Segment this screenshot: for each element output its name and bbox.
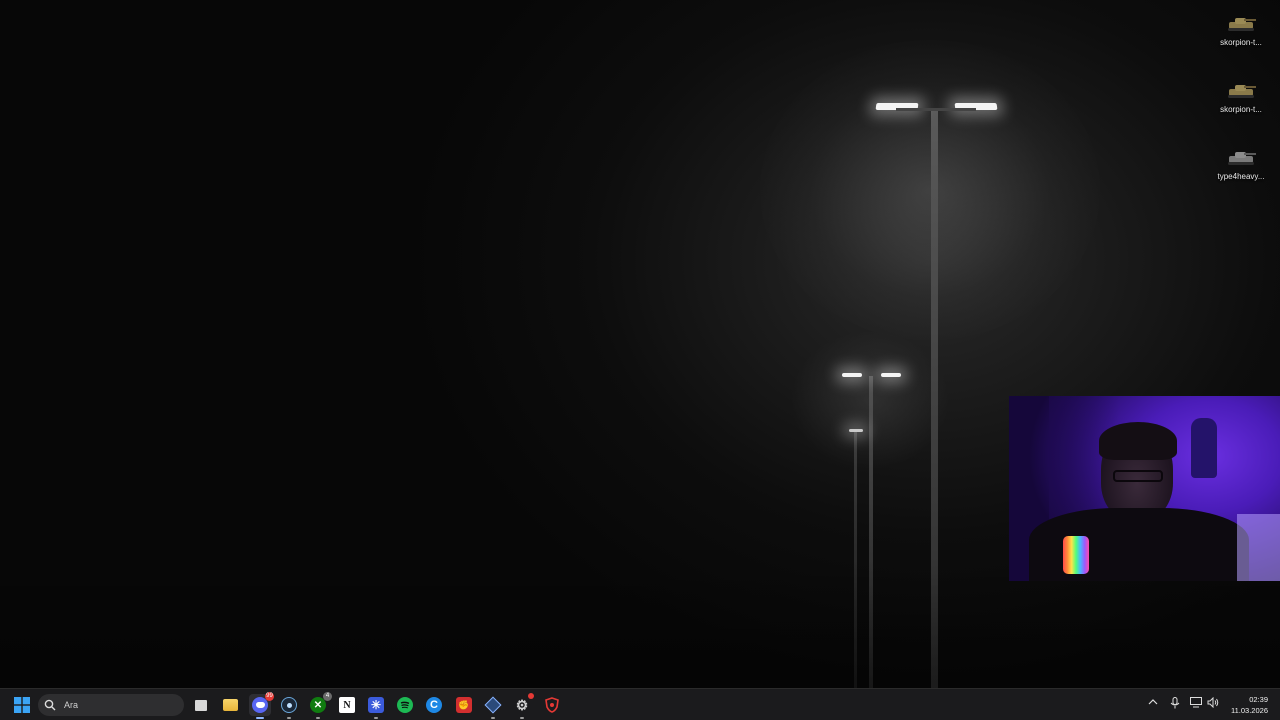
- spotify-icon: [397, 697, 413, 713]
- volume-icon: [1207, 696, 1219, 709]
- folder-icon: [222, 697, 238, 713]
- volume-button[interactable]: [1207, 696, 1219, 711]
- search-placeholder: Ara: [64, 700, 79, 710]
- network-button[interactable]: [1190, 697, 1202, 711]
- notification-badge: 99: [265, 692, 274, 701]
- street-lamp-light: [849, 429, 863, 432]
- desktop-icon[interactable]: type4heavy...: [1206, 148, 1276, 181]
- perplexity-button[interactable]: ✳: [365, 694, 387, 719]
- tank-icon: [1227, 14, 1256, 34]
- notion-icon: N: [339, 697, 355, 713]
- tank-icon: [1227, 148, 1256, 168]
- notion-button[interactable]: N: [336, 694, 358, 716]
- clock-time: 02:39: [1249, 695, 1268, 704]
- xbox-button[interactable]: ✕ 4: [307, 692, 332, 719]
- person-body: [1029, 508, 1249, 581]
- chevron-up-icon: [1148, 699, 1158, 705]
- person-hair: [1099, 422, 1177, 460]
- task-view-icon: [193, 697, 209, 713]
- file-explorer-button[interactable]: [219, 694, 241, 716]
- rgb-lamp: [1063, 536, 1089, 574]
- red-app-button[interactable]: ✊: [453, 694, 475, 716]
- person-glasses: [1113, 470, 1163, 482]
- search-input[interactable]: Ara: [38, 694, 184, 716]
- webcam-overlay: [1009, 396, 1280, 581]
- fist-icon: ✊: [456, 697, 472, 713]
- steam-button[interactable]: [278, 694, 300, 719]
- desktop-icon[interactable]: skorpion-t...: [1206, 81, 1276, 114]
- desktop-icon-label: skorpion-t...: [1220, 105, 1262, 114]
- desktop-icon-label: skorpion-t...: [1220, 38, 1262, 47]
- c-icon: C: [426, 697, 442, 713]
- shield-icon: [545, 697, 559, 713]
- settings-app-button[interactable]: ⚙: [511, 693, 534, 719]
- start-button[interactable]: [11, 694, 33, 716]
- copilot-button[interactable]: C: [423, 694, 445, 716]
- notification-badge: [528, 693, 534, 699]
- microphone-icon: [1170, 697, 1180, 709]
- hanging-jacket: [1191, 418, 1217, 478]
- network-icon: [1190, 697, 1202, 708]
- snowflake-icon: ✳: [368, 697, 384, 713]
- street-lamp-light: [881, 373, 901, 377]
- search-icon: [44, 699, 56, 711]
- gear-icon: ⚙: [515, 696, 529, 713]
- discord-button[interactable]: 99: [249, 692, 274, 719]
- task-view-button[interactable]: [190, 694, 212, 716]
- spotify-button[interactable]: [394, 694, 416, 716]
- notification-badge: 4: [323, 692, 332, 701]
- street-lamp-light: [842, 373, 862, 377]
- microphone-button[interactable]: [1170, 697, 1180, 712]
- tank-icon: [1227, 81, 1256, 101]
- clock-date: 11.03.2026: [1231, 706, 1268, 715]
- steam-icon: [281, 697, 297, 713]
- wargaming-icon: [484, 696, 502, 714]
- shelf: [1237, 514, 1280, 581]
- desktop-wallpaper: [0, 0, 1280, 688]
- shield-app-button[interactable]: [541, 694, 563, 716]
- show-hidden-icons-button[interactable]: [1148, 697, 1158, 710]
- clock[interactable]: 02:39 11.03.2026: [1231, 694, 1268, 716]
- windows-icon: [14, 697, 30, 713]
- desktop-icon[interactable]: skorpion-t...: [1206, 14, 1276, 47]
- desktop-icon-label: type4heavy...: [1217, 172, 1265, 181]
- taskbar: Ara 99 ✕ 4 N ✳ C ✊ ⚙ 02:39 11.03.2026: [0, 688, 1280, 720]
- wot-launcher-button[interactable]: [482, 694, 504, 719]
